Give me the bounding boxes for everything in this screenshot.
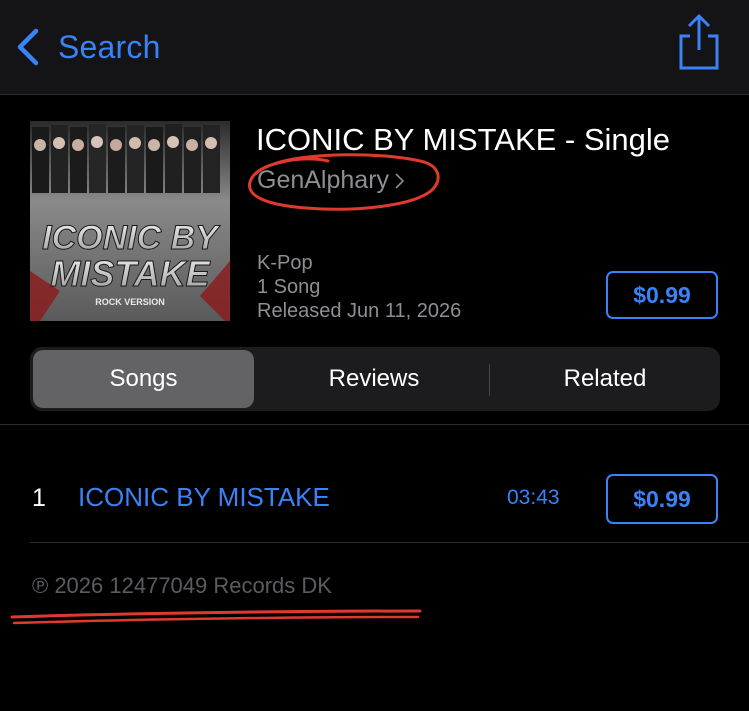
album-song-count: 1 Song — [257, 276, 321, 298]
tab-related[interactable]: Related — [494, 350, 716, 408]
track-title[interactable]: ICONIC BY MISTAKE — [78, 482, 330, 513]
copyright-text: ℗ 2026 12477049 Records DK — [32, 573, 332, 598]
cover-subtitle: ROCK VERSION — [95, 297, 165, 307]
tab-songs[interactable]: Songs — [33, 350, 254, 408]
segment-divider — [489, 364, 490, 396]
track-buy-button[interactable]: $0.99 — [606, 474, 718, 524]
itunes-album-page: Search ICONIC BY MISTAKE ROCK VERSION IC… — [0, 0, 749, 711]
red-underline-annotation — [10, 609, 422, 625]
row-divider — [30, 542, 749, 543]
cover-title-line1: ICONIC BY — [42, 219, 221, 257]
track-number: 1 — [32, 484, 46, 512]
cover-title-line2: MISTAKE — [50, 253, 210, 294]
share-button[interactable] — [676, 12, 722, 72]
back-label: Search — [58, 28, 161, 65]
album-genre: K-Pop — [257, 252, 313, 274]
section-divider — [0, 424, 749, 425]
tab-reviews[interactable]: Reviews — [264, 350, 484, 408]
album-cover-art[interactable]: ICONIC BY MISTAKE ROCK VERSION — [30, 121, 230, 321]
artist-link[interactable]: GenAlphary — [257, 166, 405, 195]
album-title: ICONIC BY MISTAKE - Single — [256, 122, 671, 157]
share-icon — [679, 14, 719, 70]
navigation-bar: Search — [0, 0, 749, 95]
album-release-date: Released Jun 11, 2026 — [257, 300, 462, 322]
chevron-left-icon — [17, 28, 39, 66]
artist-name: GenAlphary — [257, 166, 390, 194]
album-buy-button[interactable]: $0.99 — [606, 271, 718, 319]
track-duration: 03:43 — [507, 486, 560, 509]
back-button[interactable]: Search — [14, 24, 161, 70]
chevron-right-icon — [395, 172, 405, 189]
segmented-control: Songs Reviews Related — [30, 347, 720, 411]
album-cover-image: ICONIC BY MISTAKE ROCK VERSION — [30, 121, 230, 321]
